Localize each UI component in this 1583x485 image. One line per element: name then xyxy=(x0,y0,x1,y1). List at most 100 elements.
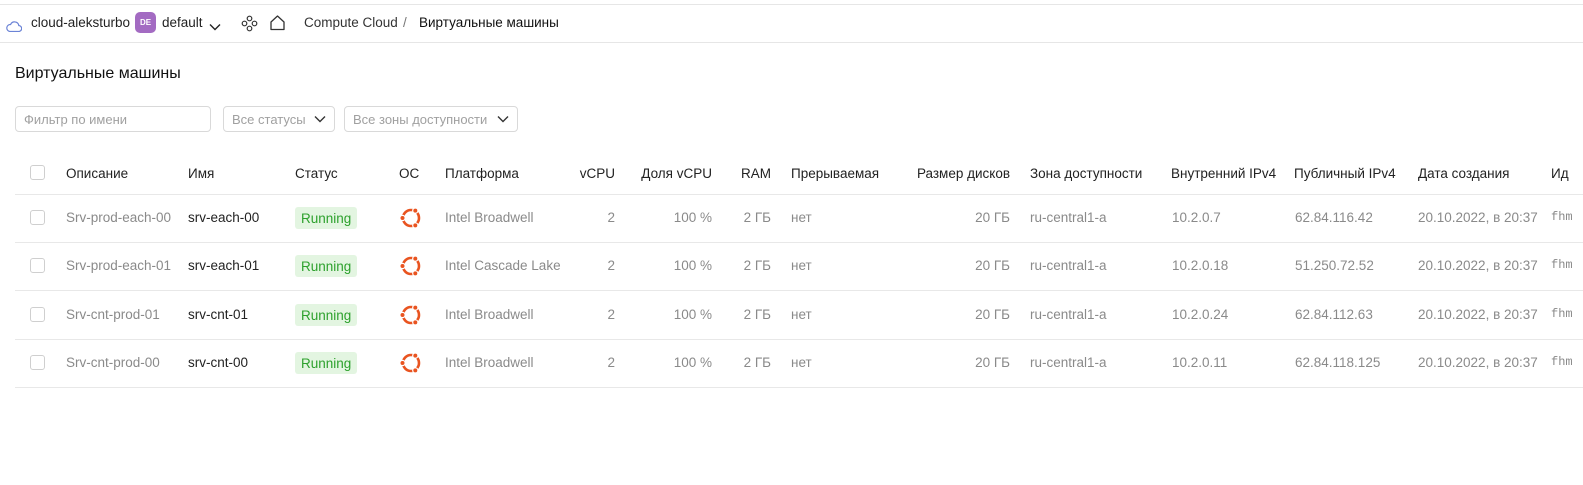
column-header-os[interactable]: ОС xyxy=(399,166,419,181)
row-divider xyxy=(15,290,1583,291)
cell-preemptible: нет xyxy=(791,307,812,322)
cell-disk-size: 20 ГБ xyxy=(975,355,1010,370)
top-navigation-bar: cloud-aleksturbo DE default Compute Clou… xyxy=(0,5,1583,43)
cell-vcpu: 2 xyxy=(607,355,615,370)
row-divider xyxy=(15,339,1583,340)
cell-vcpu: 2 xyxy=(607,307,615,322)
cell-description: Srv-cnt-prod-01 xyxy=(66,307,160,322)
column-header-created[interactable]: Дата создания xyxy=(1418,166,1510,181)
cell-public-ip: 62.84.116.42 xyxy=(1295,210,1373,225)
row-divider xyxy=(15,387,1583,388)
row-checkbox[interactable] xyxy=(30,258,45,273)
services-icon[interactable] xyxy=(241,15,258,35)
page-title: Виртуальные машины xyxy=(15,65,181,82)
status-badge: Running xyxy=(295,352,358,374)
column-header-internal-ip[interactable]: Внутренний IPv4 xyxy=(1171,166,1276,181)
cell-preemptible: нет xyxy=(791,210,812,225)
cell-public-ip: 51.250.72.52 xyxy=(1295,258,1374,273)
cell-created: 20.10.2022, в 20:37 xyxy=(1418,307,1538,322)
status-badge: Running xyxy=(295,207,358,229)
column-header-disk-size[interactable]: Размер дисков xyxy=(900,166,1010,181)
zone-filter-select[interactable]: Все зоны доступности xyxy=(344,106,518,132)
cell-platform: Intel Broadwell xyxy=(445,210,534,225)
column-header-zone[interactable]: Зона доступности xyxy=(1030,166,1142,181)
cloud-icon xyxy=(6,20,23,35)
cell-public-ip: 62.84.118.125 xyxy=(1295,355,1381,370)
cell-id: fhm xyxy=(1551,210,1573,224)
cell-ram: 2 ГБ xyxy=(743,210,771,225)
cell-preemptible: нет xyxy=(791,355,812,370)
cell-description: Srv-prod-each-01 xyxy=(66,258,172,273)
folder-badge: DE xyxy=(135,12,156,33)
cell-name[interactable]: srv-each-00 xyxy=(188,210,259,225)
cell-vcpu-share: 100 % xyxy=(673,307,712,322)
cell-id: fhm xyxy=(1551,355,1573,369)
row-checkbox[interactable] xyxy=(30,307,45,322)
row-checkbox[interactable] xyxy=(30,210,45,225)
cell-zone: ru-central1-a xyxy=(1030,307,1107,322)
column-header-name[interactable]: Имя xyxy=(188,166,214,181)
status-badge: Running xyxy=(295,255,358,277)
cell-ram: 2 ГБ xyxy=(743,355,771,370)
cell-internal-ip: 10.2.0.7 xyxy=(1172,210,1221,225)
column-header-public-ip[interactable]: Публичный IPv4 xyxy=(1294,166,1396,181)
column-header-description[interactable]: Описание xyxy=(66,166,128,181)
cell-vcpu: 2 xyxy=(607,210,615,225)
column-header-vcpu[interactable]: vCPU xyxy=(560,166,615,181)
row-checkbox[interactable] xyxy=(30,355,45,370)
cell-vcpu-share: 100 % xyxy=(673,258,712,273)
cell-created: 20.10.2022, в 20:37 xyxy=(1418,210,1538,225)
status-filter-label: Все статусы xyxy=(232,111,306,127)
cell-disk-size: 20 ГБ xyxy=(975,307,1010,322)
select-all-checkbox[interactable] xyxy=(30,165,45,180)
cell-public-ip: 62.84.112.63 xyxy=(1295,307,1373,322)
column-header-id[interactable]: Ид xyxy=(1551,166,1569,181)
cloud-selector[interactable]: cloud-aleksturbo xyxy=(31,15,130,30)
cell-platform: Intel Broadwell xyxy=(445,355,534,370)
ubuntu-icon xyxy=(399,303,423,332)
cell-disk-size: 20 ГБ xyxy=(975,258,1010,273)
cell-ram: 2 ГБ xyxy=(743,307,771,322)
chevron-down-icon xyxy=(314,116,326,123)
chevron-down-icon xyxy=(497,116,509,123)
cell-preemptible: нет xyxy=(791,258,812,273)
status-badge: Running xyxy=(295,304,358,326)
ubuntu-icon xyxy=(399,254,423,283)
cell-platform: Intel Cascade Lake xyxy=(445,258,561,273)
cell-internal-ip: 10.2.0.11 xyxy=(1172,355,1228,370)
home-icon[interactable] xyxy=(269,14,286,34)
cell-vcpu-share: 100 % xyxy=(673,355,712,370)
chevron-down-icon[interactable] xyxy=(209,19,221,34)
breadcrumb-current: Виртуальные машины xyxy=(419,15,559,30)
cell-created: 20.10.2022, в 20:37 xyxy=(1418,355,1538,370)
folder-selector[interactable]: default xyxy=(162,15,203,30)
status-filter-select[interactable]: Все статусы xyxy=(223,106,335,132)
cell-zone: ru-central1-a xyxy=(1030,355,1107,370)
cell-platform: Intel Broadwell xyxy=(445,307,534,322)
column-header-vcpu-share[interactable]: Доля vCPU xyxy=(630,166,712,181)
cell-description: Srv-cnt-prod-00 xyxy=(66,355,160,370)
column-header-status[interactable]: Статус xyxy=(295,166,338,181)
column-header-platform[interactable]: Платформа xyxy=(445,166,519,181)
zone-filter-label: Все зоны доступности xyxy=(353,111,488,127)
cell-vcpu-share: 100 % xyxy=(673,210,712,225)
cell-internal-ip: 10.2.0.18 xyxy=(1172,258,1229,273)
cell-description: Srv-prod-each-00 xyxy=(66,210,172,225)
cell-disk-size: 20 ГБ xyxy=(975,210,1010,225)
cell-zone: ru-central1-a xyxy=(1030,210,1107,225)
column-header-preemptible[interactable]: Прерываемая xyxy=(791,166,879,181)
name-filter-input[interactable] xyxy=(15,106,211,132)
cell-name[interactable]: srv-cnt-00 xyxy=(188,355,248,370)
header-divider xyxy=(15,194,1583,195)
ubuntu-icon xyxy=(399,351,423,380)
cell-created: 20.10.2022, в 20:37 xyxy=(1418,258,1538,273)
column-header-ram[interactable]: RAM xyxy=(725,166,771,181)
cell-vcpu: 2 xyxy=(607,258,615,273)
breadcrumb-compute-cloud[interactable]: Compute Cloud xyxy=(304,15,398,30)
ubuntu-icon xyxy=(399,206,423,235)
cell-id: fhm xyxy=(1551,307,1573,321)
cell-name[interactable]: srv-each-01 xyxy=(188,258,259,273)
cell-name[interactable]: srv-cnt-01 xyxy=(188,307,248,322)
cell-id: fhm xyxy=(1551,258,1573,272)
row-divider xyxy=(15,242,1583,243)
